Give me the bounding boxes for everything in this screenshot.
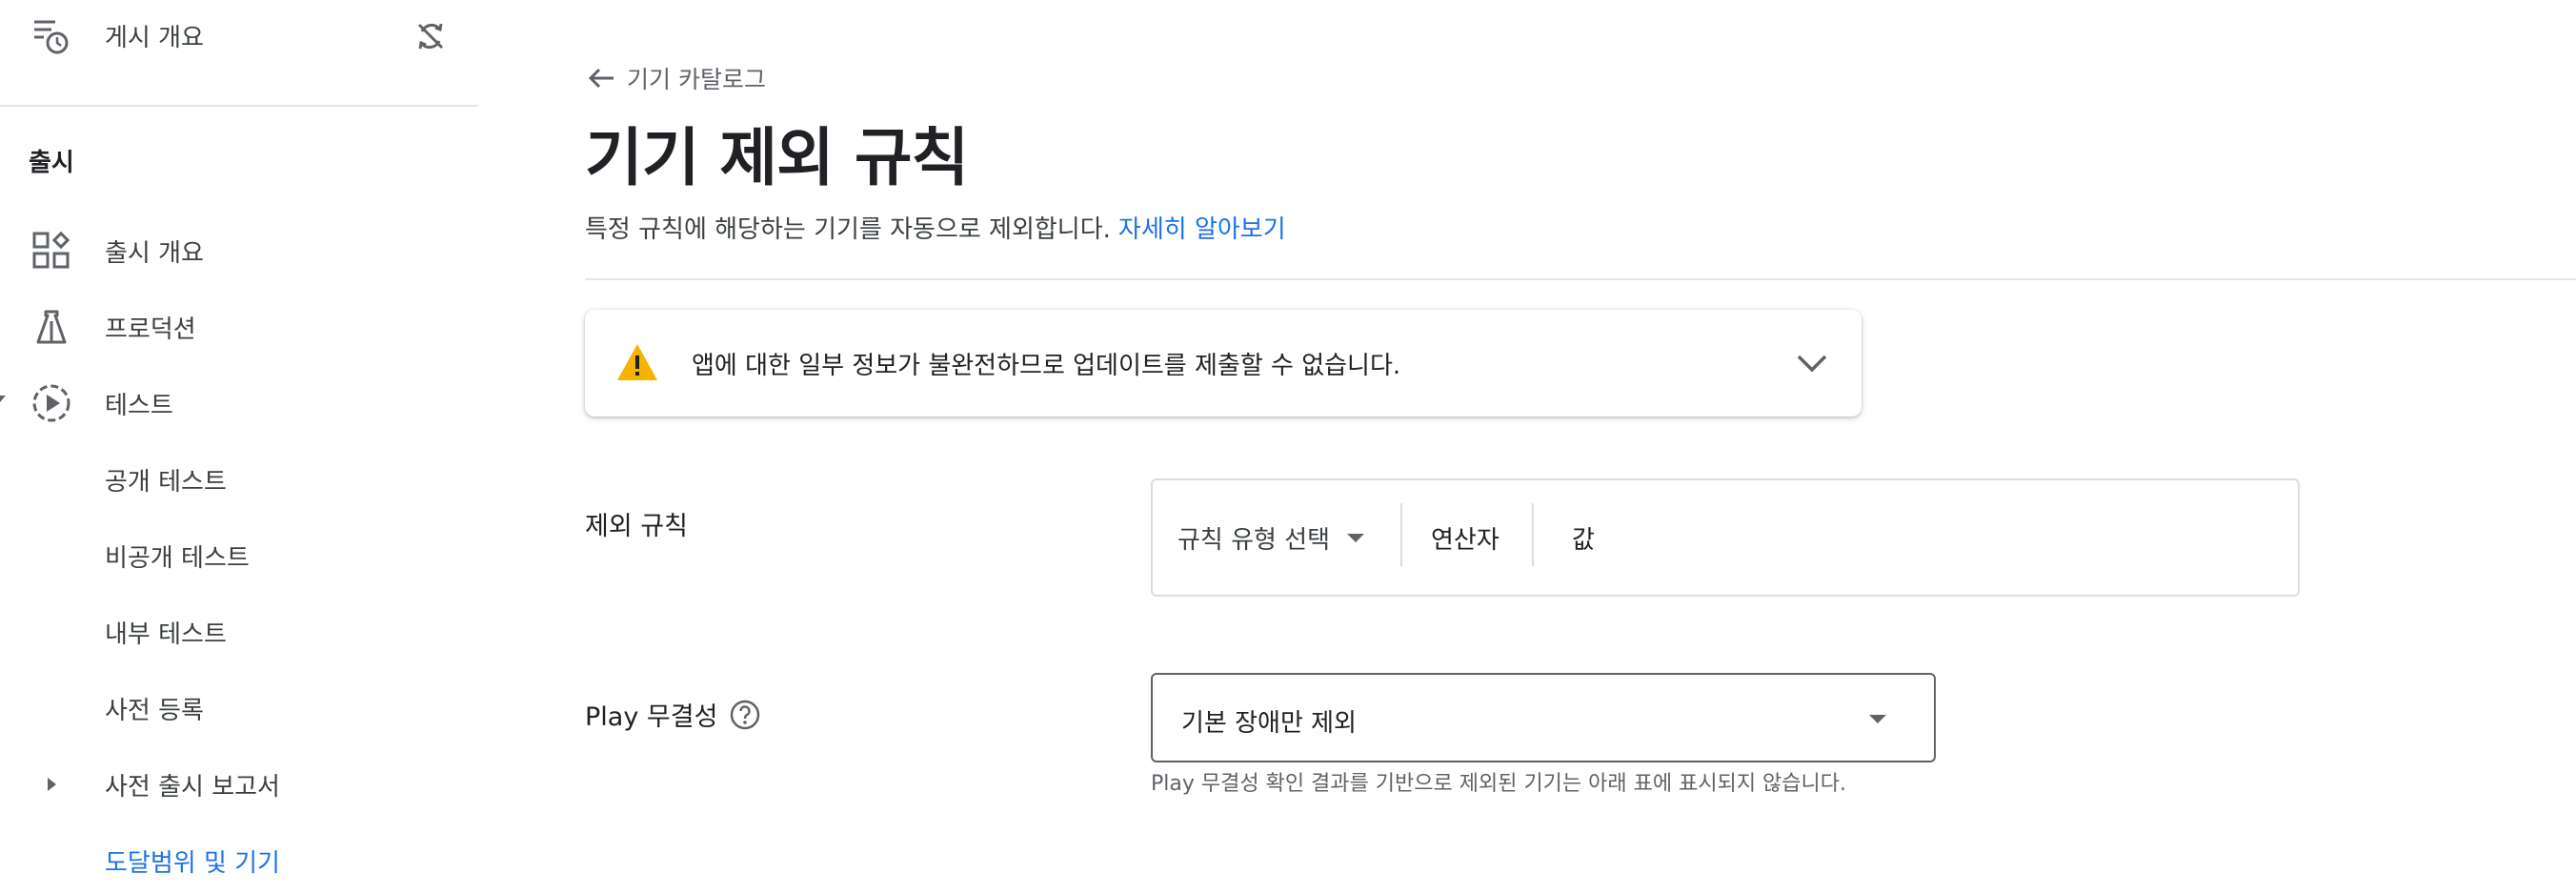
play-integrity-select[interactable]: 기본 장애만 제외 [1151,673,1936,762]
sidebar-item-label: 내부 테스트 [105,620,227,649]
sidebar-divider [0,105,478,107]
separator [1532,503,1534,566]
sidebar-section-title: 출시 [29,149,74,177]
warning-text: 앱에 대한 일부 정보가 불완전하므로 업데이트를 제출할 수 없습니다. [692,352,1401,380]
main-content: 기기 카탈로그 기기 제외 규칙 특정 규칙에 해당하는 기기를 자동으로 제외… [478,0,2576,856]
sidebar: 게시 개요 출시 출시 개요 프로덕션 테스트 공개 테스트 비공개 테스트 내… [0,0,478,878]
page-title: 기기 제외 규칙 [585,121,969,194]
warning-icon [615,342,659,382]
sidebar-item-label: 출시 개요 [105,238,204,268]
warning-banner[interactable]: 앱에 대한 일부 정보가 불완전하므로 업데이트를 제출할 수 없습니다. [585,310,1862,417]
sidebar-item-production[interactable]: 프로덕션 [0,294,478,360]
publishing-overview-icon [30,14,72,56]
sidebar-item-label: 게시 개요 [105,23,204,52]
sidebar-item-internal-testing[interactable]: 내부 테스트 [0,599,478,665]
sidebar-item-label: 사전 출시 보고서 [105,772,280,802]
expand-arrow-icon[interactable] [30,763,72,805]
sidebar-item-release-overview[interactable]: 출시 개요 [0,217,478,284]
sidebar-item-label: 비공개 테스트 [105,543,250,573]
exclusion-rules-label: 제외 규칙 [585,512,688,541]
sidebar-item-testing[interactable]: 테스트 [0,370,478,437]
exclusion-rule-editor: 규칙 유형 선택 연산자 값 [1151,478,2300,597]
sidebar-item-label: 프로덕션 [105,315,196,344]
sidebar-item-pre-launch-report[interactable]: 사전 출시 보고서 [0,751,478,818]
sidebar-item-closed-testing[interactable]: 비공개 테스트 [0,522,478,589]
play-integrity-helper-text: Play 무결성 확인 결과를 기반으로 제외된 기기는 아래 표에 표시되지 … [1151,772,1847,796]
sync-off-icon[interactable] [412,17,450,55]
rule-type-select[interactable]: 규칙 유형 선택 [1177,520,1330,556]
operator-field[interactable]: 연산자 [1431,520,1499,556]
sidebar-item-label: 도달범위 및 기기 [105,848,280,878]
sidebar-item-label: 테스트 [105,391,173,420]
sidebar-item-pre-registration[interactable]: 사전 등록 [0,675,478,742]
sidebar-item-open-testing[interactable]: 공개 테스트 [0,446,478,513]
testing-play-icon [30,382,72,424]
learn-more-link[interactable]: 자세히 알아보기 [1118,215,1286,244]
help-icon[interactable] [729,699,761,731]
value-field[interactable]: 값 [1572,520,1595,556]
caret-down-icon[interactable] [1869,715,1886,723]
separator [1400,503,1402,566]
page-description: 특정 규칙에 해당하는 기기를 자동으로 제외합니다. 자세히 알아보기 [585,210,1286,245]
arrow-back-icon[interactable] [585,62,617,94]
divider [585,278,2576,280]
sidebar-item-reach-devices[interactable]: 도달범위 및 기기 [0,827,478,894]
back-link-label[interactable]: 기기 카탈로그 [627,61,766,95]
back-link[interactable]: 기기 카탈로그 [585,61,766,95]
caret-down-icon[interactable] [1347,534,1364,542]
dashboard-icon [30,230,72,272]
sidebar-item-label: 사전 등록 [105,696,204,725]
select-value: 기본 장애만 제외 [1181,709,1357,738]
chevron-down-icon[interactable] [1793,344,1831,382]
production-icon [30,306,72,348]
sidebar-item-label: 공개 테스트 [105,467,227,497]
sidebar-item-publishing-overview[interactable]: 게시 개요 [0,2,478,69]
play-integrity-label-row: Play 무결성 [585,696,761,733]
play-integrity-label: Play 무결성 [585,702,718,732]
description-text: 특정 규칙에 해당하는 기기를 자동으로 제외합니다. [585,215,1111,244]
